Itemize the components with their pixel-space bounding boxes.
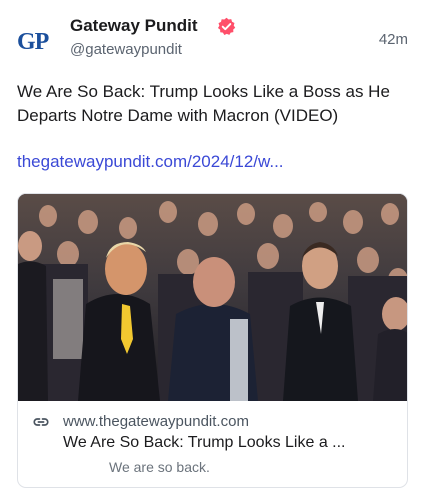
link-preview-image: [18, 194, 407, 401]
link-preview-meta: www.thegatewaypundit.com We Are So Back:…: [18, 401, 407, 487]
link-preview-title: We Are So Back: Trump Looks Like a ...: [63, 434, 346, 451]
avatar[interactable]: GP: [17, 22, 57, 62]
link-icon: [33, 418, 49, 426]
author-handle[interactable]: @gatewaypundit: [70, 41, 182, 58]
author-display-name[interactable]: Gateway Pundit: [70, 16, 198, 36]
link-preview-card[interactable]: www.thegatewaypundit.com We Are So Back:…: [17, 193, 408, 488]
link-preview-description: We are so back.: [109, 459, 210, 475]
verified-badge-icon: [217, 17, 236, 35]
post[interactable]: GP Gateway Pundit @gatewaypundit 42m We …: [0, 0, 425, 500]
post-time: 42m: [378, 31, 408, 48]
post-link[interactable]: thegatewaypundit.com/2024/12/w...: [17, 152, 284, 172]
post-text: We Are So Back: Trump Looks Like a Boss …: [17, 82, 390, 125]
link-preview-domain: www.thegatewaypundit.com: [63, 413, 249, 430]
post-header: GP Gateway Pundit @gatewaypundit 42m: [17, 14, 409, 64]
